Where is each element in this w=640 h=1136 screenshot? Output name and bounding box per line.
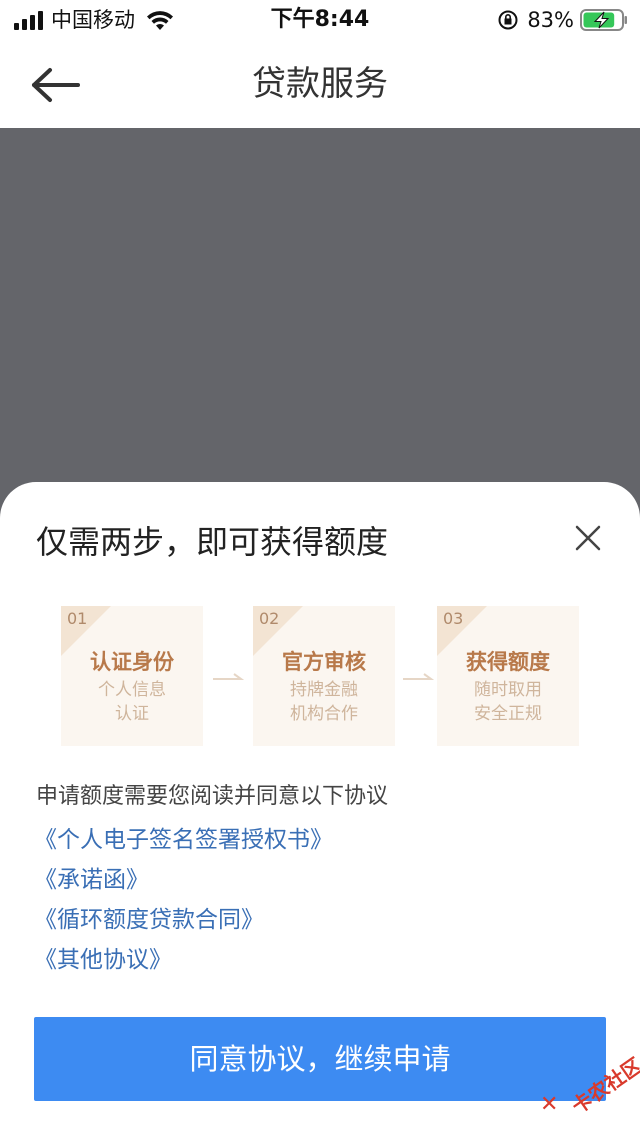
step-desc-line: 持牌金融: [290, 680, 358, 700]
agreement-link[interactable]: 《承诺函》: [34, 865, 149, 895]
step-number: 02: [259, 609, 280, 628]
status-bar: 中国移动 下午8:44 83%: [0, 0, 640, 40]
rotation-lock-icon: [498, 10, 518, 30]
watermark-text: 卡农社区: [567, 1052, 640, 1119]
agreement-link[interactable]: 《其他协议》: [34, 945, 172, 975]
bottom-sheet: 仅需两步，即可获得额度 01 认证身份 个人信息 认证 02 官方审核 持牌金融…: [0, 482, 640, 1136]
step-desc-line: 机构合作: [290, 704, 358, 724]
step-title: 获得额度: [466, 650, 550, 674]
step-description: 持牌金融 机构合作: [253, 678, 395, 726]
step-desc-line: 随时取用: [474, 680, 542, 700]
arrow-right-icon: [403, 673, 434, 680]
nav-bar: 贷款服务: [0, 40, 640, 128]
step-title: 认证身份: [90, 650, 174, 674]
arrow-right-icon: [213, 673, 244, 680]
agreement-notice: 申请额度需要您阅读并同意以下协议: [36, 784, 389, 809]
battery-percent: 83%: [527, 8, 574, 32]
step-card-1: 01 认证身份 个人信息 认证: [61, 606, 203, 746]
agreement-link[interactable]: 《循环额度贷款合同》: [34, 905, 264, 935]
sheet-title: 仅需两步，即可获得额度: [36, 523, 389, 561]
watermark-star-icon: ✕: [540, 1092, 559, 1117]
agreement-link[interactable]: 《个人电子签名签署授权书》: [34, 825, 333, 855]
step-description: 随时取用 安全正规: [437, 678, 579, 726]
steps-row: 01 认证身份 个人信息 认证 02 官方审核 持牌金融 机构合作 03 获得额…: [0, 606, 640, 746]
step-title: 官方审核: [282, 650, 366, 674]
page-title: 贷款服务: [252, 64, 388, 104]
watermark-logo: ✕ 卡农社区: [536, 1040, 640, 1120]
step-card-3: 03 获得额度 随时取用 安全正规: [437, 606, 579, 746]
step-desc-line: 安全正规: [474, 704, 542, 724]
close-icon[interactable]: [572, 522, 604, 554]
agree-continue-button[interactable]: 同意协议，继续申请: [34, 1017, 606, 1101]
battery-charging-icon: [580, 9, 627, 31]
step-desc-line: 认证: [115, 704, 149, 724]
step-description: 个人信息 认证: [61, 678, 203, 726]
step-desc-line: 个人信息: [98, 680, 166, 700]
step-number: 01: [67, 609, 88, 628]
step-number: 03: [443, 609, 464, 628]
step-card-2: 02 官方审核 持牌金融 机构合作: [253, 606, 395, 746]
